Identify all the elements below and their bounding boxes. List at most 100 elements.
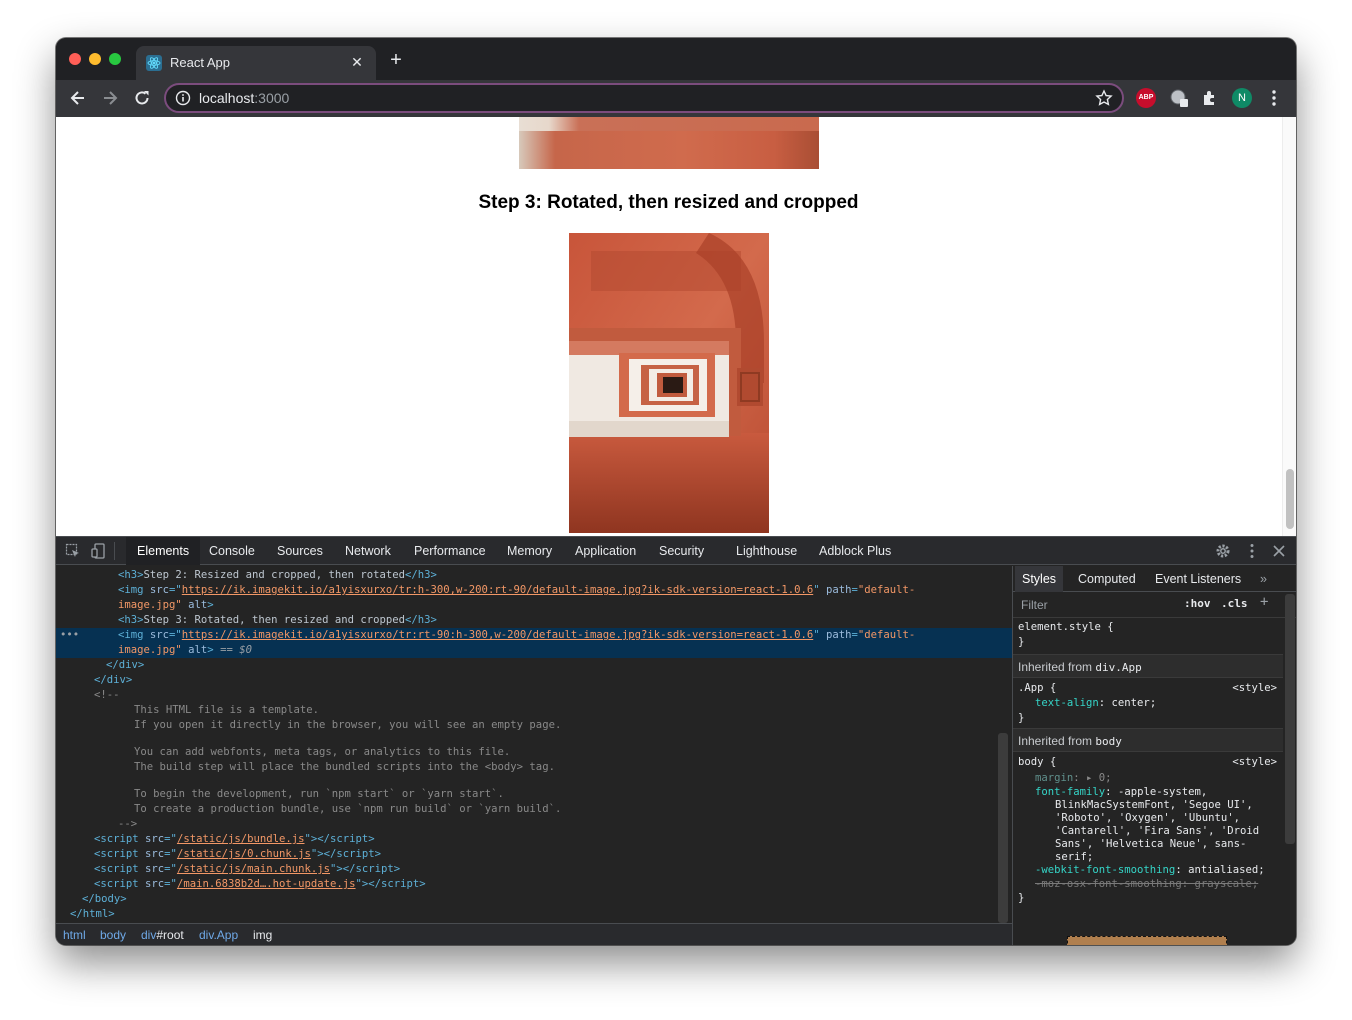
crumb-div-root-id: #root <box>156 928 184 942</box>
app-close: } <box>1018 712 1025 724</box>
app-style-origin[interactable]: <style> <box>1232 682 1277 694</box>
crumb-html[interactable]: html <box>63 928 86 942</box>
info-icon[interactable] <box>175 90 191 106</box>
reload-icon[interactable] <box>132 88 152 108</box>
tab-application[interactable]: Application <box>564 537 647 565</box>
inherited-body-target[interactable]: body <box>1095 735 1122 748</box>
styles-filter-input[interactable]: Filter <box>1019 596 1169 614</box>
dom-node-div-close-2[interactable]: </div> <box>56 673 1012 688</box>
tab-security[interactable]: Security <box>648 537 715 565</box>
extensions-puzzle-icon[interactable] <box>1200 88 1220 108</box>
url-host: localhost <box>199 90 255 106</box>
body-selector[interactable]: body { <box>1018 756 1056 769</box>
text-align-decl[interactable]: text-align: center; <box>1035 697 1156 710</box>
webkit-prop: -webkit-font-smoothing <box>1035 864 1176 876</box>
dom-node-img2-selected[interactable]: ••• <img src="https://ik.imagekit.io/a1yi… <box>56 628 1012 643</box>
tab-sources[interactable]: Sources <box>266 537 334 565</box>
dom-node-h3-step3[interactable]: <h3>Step 3: Rotated, then resized and cr… <box>56 613 1012 628</box>
crumb-body[interactable]: body <box>100 928 126 942</box>
script-3-link[interactable]: /static/js/main.chunk.js <box>177 863 330 875</box>
inspect-element-icon[interactable] <box>65 543 81 559</box>
dom-node-html-close[interactable]: </html> <box>56 907 1012 922</box>
text-align-prop: text-align <box>1035 697 1099 709</box>
body-style-origin[interactable]: <style> <box>1232 756 1277 768</box>
tab-console[interactable]: Console <box>198 537 266 565</box>
back-arrow-icon[interactable] <box>68 88 88 108</box>
browser-menu-icon[interactable] <box>1264 88 1284 108</box>
profile-avatar[interactable]: N <box>1232 88 1252 108</box>
dom-node-script-4[interactable]: <script src="/main.6838b2d….hot-update.j… <box>56 877 1012 892</box>
tab-styles[interactable]: Styles <box>1015 566 1064 592</box>
img1-src-link[interactable]: https://ik.imagekit.io/a1yisxurxo/tr:h-3… <box>182 584 813 596</box>
tab-event-listeners[interactable]: Event Listeners <box>1148 566 1248 592</box>
font-family-decl[interactable]: font-family: -apple-system, <box>1035 786 1207 799</box>
tab-memory[interactable]: Memory <box>496 537 563 565</box>
margin-decl[interactable]: margin: ▸ 0; <box>1035 772 1112 785</box>
styles-sidebar: Styles Computed Event Listeners » Filter… <box>1012 566 1296 945</box>
hov-button[interactable]: :hov <box>1184 597 1211 610</box>
page-scrollbar-thumb[interactable] <box>1286 469 1294 529</box>
node-actions-ellipsis-icon[interactable]: ••• <box>60 628 79 643</box>
new-style-rule-icon[interactable]: + <box>1260 594 1268 610</box>
breadcrumb: html body div#root div.App img <box>56 923 1012 945</box>
dom-node-img2-cont[interactable]: image.jpg" alt> == $0 <box>56 643 1012 658</box>
minimize-window-button[interactable] <box>89 53 101 65</box>
webkit-smoothing-decl[interactable]: -webkit-font-smoothing: antialiased; <box>1035 864 1265 877</box>
close-devtools-icon[interactable] <box>1270 542 1288 560</box>
inherited-from-body: Inherited from body <box>1013 728 1283 752</box>
margin-prop: margin <box>1035 772 1074 784</box>
dom-node-script-3[interactable]: <script src="/static/js/main.chunk.js"><… <box>56 862 1012 877</box>
font-family-line-6: serif; <box>1055 851 1094 863</box>
img2-src-link[interactable]: https://ik.imagekit.io/a1yisxurxo/tr:rt-… <box>182 629 813 641</box>
tab-network[interactable]: Network <box>334 537 402 565</box>
moz-smoothing-decl[interactable]: -moz-osx-font-smoothing: grayscale; <box>1035 878 1258 891</box>
close-window-button[interactable] <box>69 53 81 65</box>
more-tabs-chevron-icon[interactable]: » <box>1253 566 1274 592</box>
new-tab-button[interactable]: + <box>386 50 406 70</box>
app-selector[interactable]: .App { <box>1018 682 1056 695</box>
crumb-div-root[interactable]: div#root <box>141 928 184 942</box>
script-1-link[interactable]: /static/js/bundle.js <box>177 833 305 845</box>
settings-gear-icon[interactable] <box>1214 542 1232 560</box>
dom-node-body-close[interactable]: </body> <box>56 892 1012 907</box>
dom-node-img1[interactable]: <img src="https://ik.imagekit.io/a1yisxu… <box>56 583 1012 598</box>
address-bar[interactable]: localhost:3000 <box>164 83 1124 113</box>
abp-badge: ABP <box>1136 88 1156 108</box>
devtools-menu-icon[interactable] <box>1243 542 1261 560</box>
crumb-div-app[interactable]: div.App <box>199 928 238 942</box>
sidebar-scrollbar[interactable] <box>1285 594 1295 844</box>
dom-node-script-2[interactable]: <script src="/static/js/0.chunk.js"></sc… <box>56 847 1012 862</box>
crumb-img[interactable]: img <box>253 928 272 942</box>
extension-globe-icon[interactable] <box>1169 88 1189 108</box>
cls-button[interactable]: .cls <box>1221 597 1248 610</box>
inherited-app-target[interactable]: div.App <box>1095 661 1141 674</box>
font-family-line-1: -apple-system, <box>1117 786 1208 798</box>
image-seam <box>519 117 819 131</box>
tab-performance[interactable]: Performance <box>403 537 497 565</box>
adblock-plus-icon[interactable]: ABP <box>1136 88 1156 108</box>
tab-lighthouse[interactable]: Lighthouse <box>725 537 808 565</box>
dom-node-h3-step2[interactable]: <h3>Step 2: Resized and cropped, then ro… <box>56 568 1012 583</box>
comment-line-7: To begin the development, run `npm start… <box>134 788 504 800</box>
dom-node-img1-cont[interactable]: image.jpg" alt> <box>56 598 1012 613</box>
comment-line-4: You can add webfonts, meta tags, or anal… <box>134 746 511 758</box>
tab-computed[interactable]: Computed <box>1071 566 1143 592</box>
dom-node-script-1[interactable]: <script src="/static/js/bundle.js"></scr… <box>56 832 1012 847</box>
script-4-link[interactable]: /main.6838b2d….hot-update.js <box>177 878 356 890</box>
close-tab-icon[interactable]: ✕ <box>348 53 366 71</box>
element-style-selector[interactable]: element.style { <box>1018 621 1114 634</box>
forward-arrow-icon[interactable] <box>100 88 120 108</box>
bookmark-star-icon[interactable] <box>1095 89 1113 107</box>
browser-tab[interactable]: React App ✕ <box>136 46 376 80</box>
elements-scrollbar[interactable] <box>998 733 1008 923</box>
page-scrollbar-track[interactable] <box>1282 117 1296 536</box>
dom-node-comment-open[interactable]: <!-- <box>56 688 1012 703</box>
img2-path-a: "default- <box>857 629 916 641</box>
device-toolbar-icon[interactable] <box>91 543 107 559</box>
zoom-window-button[interactable] <box>109 53 121 65</box>
dom-node-div-close[interactable]: </div> <box>56 658 1012 673</box>
dom-node-comment-close[interactable]: --> <box>56 817 1012 832</box>
script-2-link[interactable]: /static/js/0.chunk.js <box>177 848 311 860</box>
tab-elements[interactable]: Elements <box>126 537 201 565</box>
tab-adblock-plus[interactable]: Adblock Plus <box>808 537 902 565</box>
